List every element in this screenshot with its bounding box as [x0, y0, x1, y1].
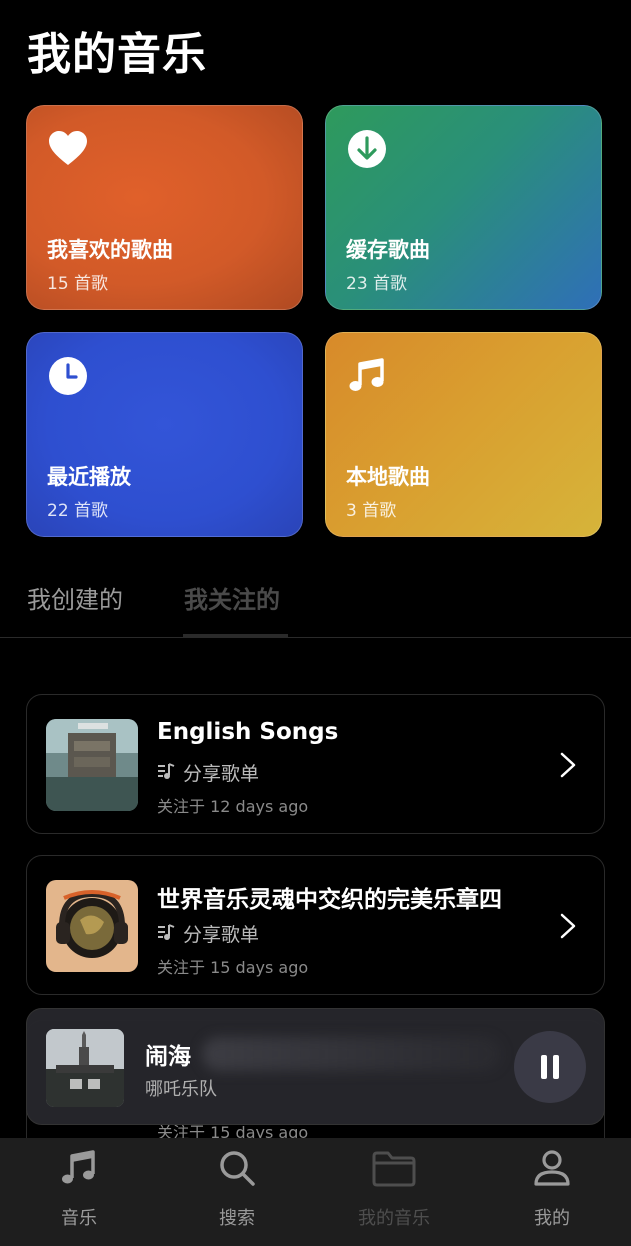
- blurred-background: [202, 1037, 502, 1071]
- nav-label: 我的: [534, 1208, 570, 1229]
- pause-icon: [553, 1055, 559, 1079]
- tile-title: 缓存歌曲: [346, 238, 430, 262]
- folder-icon: [372, 1151, 416, 1187]
- share-label-text: 分享歌单: [183, 924, 260, 946]
- playlist-cover: [46, 719, 138, 811]
- search-icon: [220, 1151, 255, 1186]
- mini-player[interactable]: 闹海 哪吒乐队: [26, 1008, 605, 1125]
- tab-followed[interactable]: 我关注的: [184, 580, 280, 615]
- tile-count: 15 首歌: [47, 274, 109, 294]
- nav-item-my-music[interactable]: 我的音乐: [329, 1138, 459, 1246]
- clock-icon: [49, 357, 87, 395]
- nav-label: 搜索: [219, 1208, 255, 1229]
- pause-icon: [541, 1055, 547, 1079]
- nav-item-profile[interactable]: 我的: [487, 1138, 617, 1246]
- tile-count: 3 首歌: [346, 501, 397, 521]
- user-icon: [534, 1150, 570, 1186]
- nav-label: 我的音乐: [358, 1208, 430, 1229]
- bottom-nav: 音乐 搜索 我的音乐 我的: [0, 1138, 631, 1246]
- playlist-name: 世界音乐灵魂中交织的完美乐章四: [157, 887, 502, 913]
- music-note-icon: [349, 358, 384, 391]
- page-title: 我的音乐: [27, 29, 207, 80]
- heart-icon: [49, 131, 87, 165]
- chevron-right-icon: [560, 752, 576, 778]
- music-note-icon: [62, 1150, 95, 1184]
- tile-title: 最近播放: [47, 465, 131, 489]
- playlist-cover: [46, 880, 138, 972]
- share-playlist-label: 分享歌单: [157, 920, 259, 947]
- nav-label: 音乐: [61, 1208, 97, 1229]
- tile-recent-played[interactable]: 最近播放 22 首歌: [26, 332, 303, 537]
- playlist-card[interactable]: English Songs 分享歌单 关注于 12 days ago: [26, 694, 605, 834]
- tile-title: 本地歌曲: [346, 465, 430, 489]
- followed-date: 关注于 15 days ago: [157, 958, 309, 977]
- download-icon: [348, 130, 386, 168]
- playlist-name: English Songs: [157, 719, 339, 745]
- tile-liked-songs[interactable]: 我喜欢的歌曲 15 首歌: [26, 105, 303, 310]
- share-label-text: 分享歌单: [183, 763, 260, 785]
- tile-count: 23 首歌: [346, 274, 408, 294]
- now-playing-cover: [46, 1029, 124, 1107]
- tile-title: 我喜欢的歌曲: [47, 238, 173, 262]
- tile-count: 22 首歌: [47, 501, 109, 521]
- followed-date: 关注于 12 days ago: [157, 797, 309, 816]
- playlist-icon: [158, 924, 175, 940]
- chevron-right-icon: [560, 913, 576, 939]
- playlist-card[interactable]: 世界音乐灵魂中交织的完美乐章四 分享歌单 关注于 15 days ago: [26, 855, 605, 995]
- nav-item-search[interactable]: 搜索: [172, 1138, 302, 1246]
- tab-created[interactable]: 我创建的: [27, 580, 123, 615]
- playlist-icon: [158, 763, 175, 779]
- pause-button[interactable]: [514, 1031, 586, 1103]
- nav-item-music[interactable]: 音乐: [14, 1138, 144, 1246]
- tile-local-songs[interactable]: 本地歌曲 3 首歌: [325, 332, 602, 537]
- divider: [0, 637, 631, 638]
- now-playing-artist: 哪吒乐队: [145, 1079, 217, 1100]
- now-playing-title: 闹海: [145, 1044, 191, 1070]
- tile-cached-songs[interactable]: 缓存歌曲 23 首歌: [325, 105, 602, 310]
- share-playlist-label: 分享歌单: [157, 759, 259, 786]
